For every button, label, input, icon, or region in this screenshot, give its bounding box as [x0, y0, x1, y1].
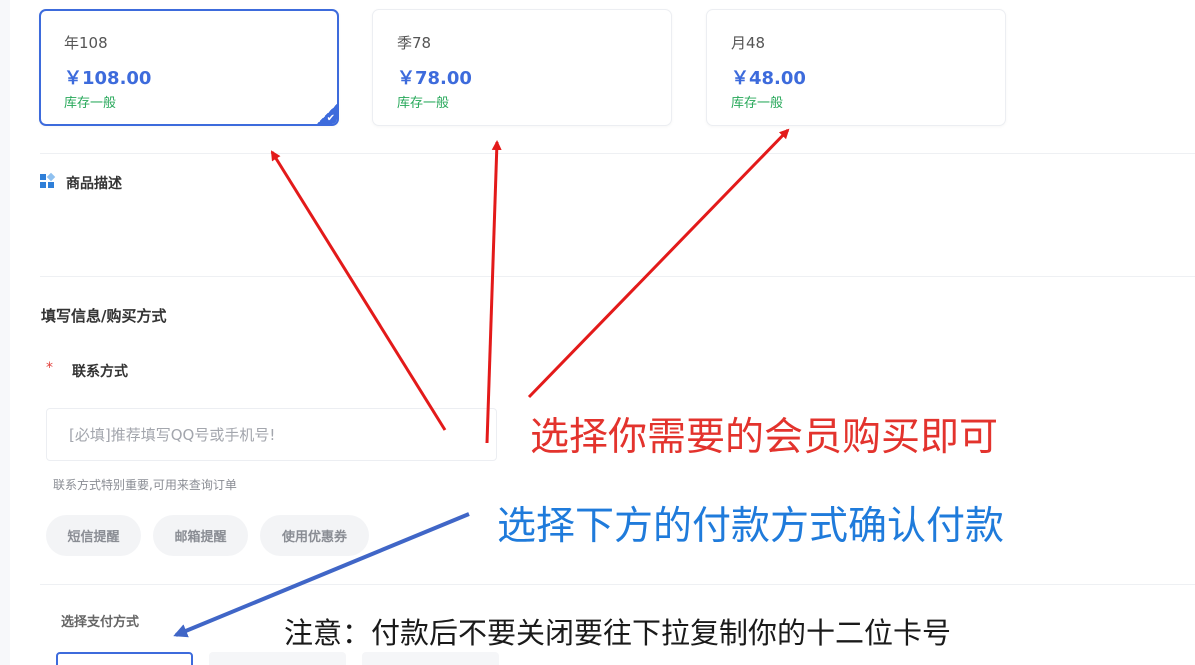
red-arrow-month: [527, 128, 790, 399]
divider: [40, 153, 1195, 154]
required-mark: *: [46, 360, 53, 376]
red-arrow-year: [270, 150, 447, 431]
annotation-note: 注意：付款后不要关闭要往下拉复制你的十二位卡号: [284, 616, 952, 650]
plan-name: 季78: [397, 34, 432, 52]
divider: [40, 584, 1195, 585]
section-title-description: 商品描述: [66, 176, 122, 192]
section-title-fill-info: 填写信息/购买方式: [41, 307, 167, 325]
contact-hint: 联系方式特别重要,可用来查询订单: [53, 478, 237, 492]
red-arrow-quarter: [485, 140, 502, 444]
plan-price: ￥48.00: [731, 68, 806, 89]
plan-price: ￥108.00: [64, 68, 152, 89]
page: 年108 ￥108.00 库存一般 ✔ 季78 ￥78.00 库存一般 月48 …: [0, 0, 1195, 665]
plan-price: ￥78.00: [397, 68, 472, 89]
plan-stock-status: 库存一般: [64, 96, 117, 111]
plan-card-month[interactable]: 月48 ￥48.00 库存一般: [706, 9, 1006, 126]
use-coupon-button[interactable]: 使用优惠券: [260, 515, 369, 556]
plan-name: 年108: [64, 34, 108, 52]
plan-card-quarter[interactable]: 季78 ￥78.00 库存一般: [372, 9, 672, 126]
divider: [40, 276, 1195, 277]
annotation-select-payment: 选择下方的付款方式确认付款: [497, 504, 1005, 549]
contact-label: 联系方式: [72, 364, 128, 380]
plan-name: 月48: [731, 34, 766, 52]
plan-stock-status: 库存一般: [731, 96, 784, 111]
email-reminder-button[interactable]: 邮箱提醒: [153, 515, 248, 556]
plan-card-year[interactable]: 年108 ￥108.00 库存一般 ✔: [39, 9, 339, 126]
grid-icon: [40, 172, 56, 189]
sms-reminder-button[interactable]: 短信提醒: [46, 515, 141, 556]
annotation-select-plan: 选择你需要的会员购买即可: [530, 415, 999, 460]
section-title-payment: 选择支付方式: [61, 615, 140, 630]
payment-option[interactable]: [362, 652, 499, 665]
selected-check-icon: ✔: [316, 103, 337, 124]
plan-stock-status: 库存一般: [397, 96, 450, 111]
left-gutter: [0, 0, 10, 665]
contact-input[interactable]: [46, 408, 497, 461]
payment-option[interactable]: [209, 652, 346, 665]
payment-option[interactable]: [56, 652, 193, 665]
